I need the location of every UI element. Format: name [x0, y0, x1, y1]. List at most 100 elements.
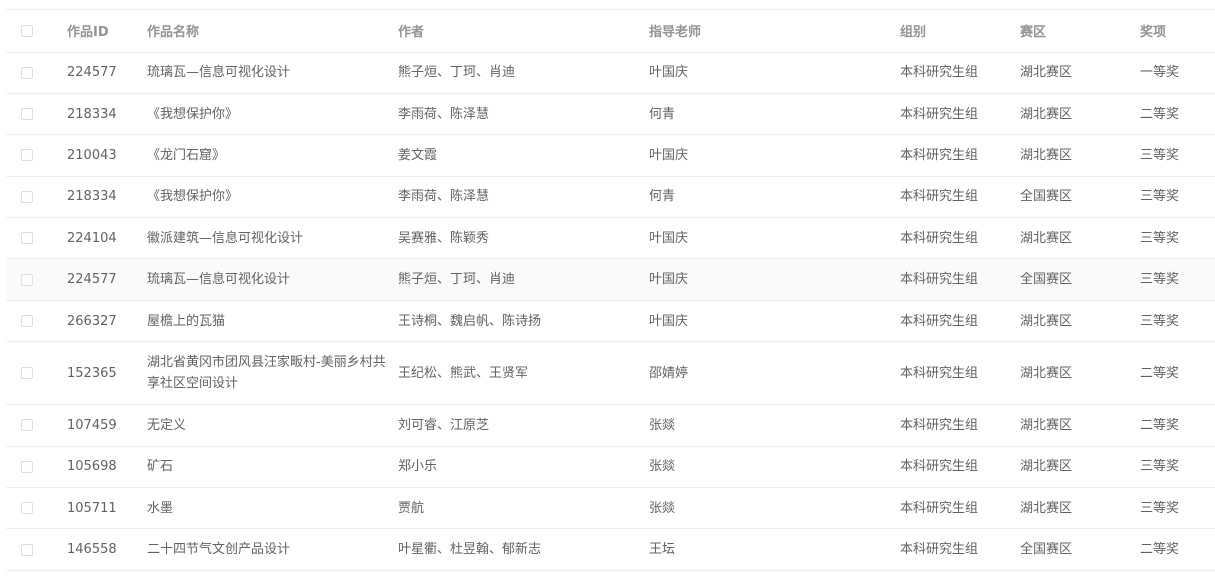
- cell-name: 琉璃瓦—信息可视化设计: [147, 52, 398, 94]
- cell-select[interactable]: [6, 217, 67, 260]
- row-checkbox[interactable]: [21, 149, 33, 162]
- cell-select[interactable]: [6, 300, 67, 343]
- cell-advisor-text: 张燚: [649, 417, 676, 433]
- cell-select[interactable]: [6, 52, 67, 94]
- table-row[interactable]: 105698 矿石 郑小乐 张燚 本科研究生组 湖北赛区 三等奖: [6, 446, 1215, 489]
- cell-id-text: 107459: [67, 417, 117, 433]
- header-group[interactable]: 组别: [900, 10, 1020, 53]
- cell-select[interactable]: [6, 258, 67, 301]
- table-header-row: 作品ID 作品名称 作者 指导老师 组别 赛区 奖项: [6, 10, 1215, 53]
- header-id[interactable]: 作品ID: [67, 10, 147, 53]
- header-name[interactable]: 作品名称: [147, 10, 398, 53]
- cell-authors: 李雨荷、陈泽慧: [398, 176, 649, 219]
- cell-select[interactable]: [6, 93, 67, 136]
- cell-authors: 吴赛雅、陈颖秀: [398, 217, 649, 260]
- cell-region: 湖北赛区: [1020, 404, 1140, 447]
- row-checkbox[interactable]: [21, 502, 33, 515]
- cell-region: 湖北赛区: [1020, 341, 1140, 406]
- cell-id-text: 146558: [67, 542, 117, 558]
- table-row[interactable]: 210043 《龙门石窟》 姜文霞 叶国庆 本科研究生组 湖北赛区 三等奖: [6, 134, 1215, 177]
- cell-award-text: 二等奖: [1140, 417, 1180, 433]
- table-row[interactable]: 218334 《我想保护你》 李雨荷、陈泽慧 何青 本科研究生组 全国赛区 三等奖: [6, 176, 1215, 219]
- table-row[interactable]: 224577 琉璃瓦—信息可视化设计 熊子烜、丁珂、肖迪 叶国庆 本科研究生组 湖北赛区 一…: [6, 52, 1215, 94]
- cell-id-text: 218334: [67, 189, 117, 205]
- cell-advisor: 叶国庆: [649, 300, 900, 343]
- cell-group: 本科研究生组: [900, 217, 1020, 260]
- cell-select[interactable]: [6, 528, 67, 571]
- cell-advisor-text: 何青: [649, 189, 676, 205]
- cell-group-text: 本科研究生组: [900, 230, 979, 246]
- row-checkbox[interactable]: [21, 232, 33, 245]
- header-region[interactable]: 赛区: [1020, 10, 1140, 53]
- select-all-checkbox[interactable]: [21, 24, 33, 37]
- table-row[interactable]: 146558 二十四节气文创产品设计 叶星衢、杜昱翰、郁新志 王坛 本科研究生组 全国赛区…: [6, 528, 1215, 571]
- cell-select[interactable]: [6, 341, 67, 406]
- table-row[interactable]: 105711 水墨 贾航 张燚 本科研究生组 湖北赛区 三等奖: [6, 487, 1215, 530]
- cell-name-text: 屋檐上的瓦猫: [147, 313, 226, 329]
- cell-select[interactable]: [6, 446, 67, 489]
- cell-name: 二十四节气文创产品设计: [147, 528, 398, 571]
- table-row[interactable]: 152365 湖北省黄冈市团风县汪家畈村-美丽乡村共享社区空间设计 王纪松、熊武、王…: [6, 341, 1215, 406]
- cell-award: 一等奖: [1140, 52, 1215, 94]
- table-row[interactable]: 218334 《我想保护你》 李雨荷、陈泽慧 何青 本科研究生组 湖北赛区 二等奖: [6, 93, 1215, 136]
- cell-group-text: 本科研究生组: [900, 147, 979, 163]
- header-advisor[interactable]: 指导老师: [649, 10, 900, 53]
- cell-award-text: 二等奖: [1140, 106, 1180, 122]
- cell-group: 本科研究生组: [900, 404, 1020, 447]
- cell-group: 本科研究生组: [900, 528, 1020, 571]
- cell-authors-text: 李雨荷、陈泽慧: [398, 189, 490, 205]
- cell-award-text: 三等奖: [1140, 272, 1180, 288]
- table-row[interactable]: 266327 屋檐上的瓦猫 王诗桐、魏启帆、陈诗扬 叶国庆 本科研究生组 湖北赛区 三等奖: [6, 300, 1215, 343]
- table-row[interactable]: 224104 徽派建筑—信息可视化设计 吴赛雅、陈颖秀 叶国庆 本科研究生组 湖北赛区 三等…: [6, 217, 1215, 260]
- cell-region-text: 湖北赛区: [1020, 65, 1073, 81]
- row-checkbox[interactable]: [21, 66, 33, 79]
- cell-id-text: 266327: [67, 313, 117, 329]
- cell-id-text: 224577: [67, 65, 117, 81]
- table-row[interactable]: 224577 琉璃瓦—信息可视化设计 熊子烜、丁珂、肖迪 叶国庆 本科研究生组 全国赛区 三…: [6, 258, 1215, 301]
- cell-advisor: 叶国庆: [649, 258, 900, 301]
- cell-select[interactable]: [6, 134, 67, 177]
- cell-group: 本科研究生组: [900, 300, 1020, 343]
- cell-id-text: 105711: [67, 500, 117, 516]
- cell-advisor: 叶国庆: [649, 134, 900, 177]
- cell-region-text: 湖北赛区: [1020, 459, 1073, 475]
- cell-advisor-text: 叶国庆: [649, 65, 689, 81]
- cell-award-text: 三等奖: [1140, 147, 1180, 163]
- cell-authors: 熊子烜、丁珂、肖迪: [398, 258, 649, 301]
- cell-region-text: 全国赛区: [1020, 542, 1073, 558]
- table-row[interactable]: 107459 无定义 刘可睿、江原芝 张燚 本科研究生组 湖北赛区 二等奖: [6, 404, 1215, 447]
- row-checkbox[interactable]: [21, 273, 33, 286]
- cell-select[interactable]: [6, 404, 67, 447]
- cell-authors: 王诗桐、魏启帆、陈诗扬: [398, 300, 649, 343]
- row-checkbox[interactable]: [21, 419, 33, 432]
- cell-name-text: 琉璃瓦—信息可视化设计: [147, 65, 291, 81]
- cell-award-text: 二等奖: [1140, 542, 1180, 558]
- cell-select[interactable]: [6, 176, 67, 219]
- cell-award: 三等奖: [1140, 258, 1215, 301]
- row-checkbox[interactable]: [21, 460, 33, 473]
- cell-group: 本科研究生组: [900, 487, 1020, 530]
- header-select-all[interactable]: [6, 10, 67, 53]
- cell-name: 无定义: [147, 404, 398, 447]
- row-checkbox[interactable]: [21, 543, 33, 556]
- cell-group-text: 本科研究生组: [900, 500, 979, 516]
- cell-name: 水墨: [147, 487, 398, 530]
- cell-region: 湖北赛区: [1020, 217, 1140, 260]
- cell-authors: 刘可睿、江原芝: [398, 404, 649, 447]
- cell-group: 本科研究生组: [900, 341, 1020, 406]
- row-checkbox[interactable]: [21, 190, 33, 203]
- cell-id: 224577: [67, 52, 147, 94]
- cell-region-text: 湖北赛区: [1020, 106, 1073, 122]
- header-award[interactable]: 奖项: [1140, 10, 1215, 53]
- cell-id: 107459: [67, 404, 147, 447]
- row-checkbox[interactable]: [21, 108, 33, 121]
- cell-id-text: 210043: [67, 147, 117, 163]
- cell-region: 全国赛区: [1020, 528, 1140, 571]
- row-checkbox[interactable]: [21, 315, 33, 328]
- row-checkbox[interactable]: [21, 367, 33, 380]
- cell-region: 湖北赛区: [1020, 446, 1140, 489]
- cell-name-text: 二十四节气文创产品设计: [147, 542, 291, 558]
- cell-region-text: 湖北赛区: [1020, 230, 1073, 246]
- header-authors[interactable]: 作者: [398, 10, 649, 53]
- cell-select[interactable]: [6, 487, 67, 530]
